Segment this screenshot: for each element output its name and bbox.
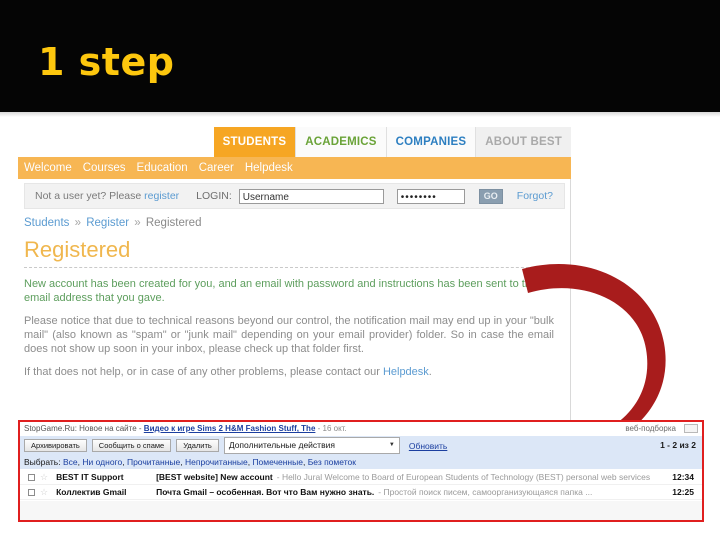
delete-button[interactable]: Удалить <box>176 438 219 453</box>
content-body: New account has been created for you, an… <box>24 277 554 388</box>
ad-date: - 16 окт. <box>315 424 347 433</box>
breadcrumb-separator-2: » <box>134 217 141 229</box>
row-time: 12:25 <box>672 487 694 497</box>
site-top-tab-row: STUDENTS ACADEMICS COMPANIES ABOUT BEST <box>18 127 571 157</box>
content-heading: Registered <box>24 237 559 268</box>
gmail-select-row: Выбрать: Все, Ни одного, Прочитанные, Не… <box>20 455 702 469</box>
helpdesk-line-prefix: If that does not help, or in case of any… <box>24 366 383 378</box>
row-sender: BEST IT Support <box>56 472 124 482</box>
tab-academics[interactable]: ACADEMICS <box>295 127 386 157</box>
subnav-item-welcome[interactable]: Welcome <box>24 162 72 174</box>
forgot-password-link[interactable]: Forgot? <box>517 190 553 202</box>
row-subject: [BEST website] New account <box>156 472 273 482</box>
archive-button[interactable]: Архивировать <box>24 438 87 453</box>
username-input[interactable]: Username <box>238 188 384 204</box>
row-checkbox[interactable] <box>28 488 35 496</box>
helpdesk-line: If that does not help, or in case of any… <box>24 365 554 379</box>
password-input[interactable]: •••••••• <box>396 188 465 204</box>
select-unstarred[interactable]: Без пометок <box>308 457 356 467</box>
more-actions-label: Дополнительные действия <box>228 440 335 451</box>
row-snippet: - Простой поиск писем, самоорганизующаяс… <box>378 487 593 497</box>
row-time: 12:34 <box>672 472 694 482</box>
table-row[interactable]: ☆ Коллектив Gmail Почта Gmail – особенна… <box>20 485 702 500</box>
success-message: New account has been created for you, an… <box>24 278 538 304</box>
login-label: LOGIN: <box>196 190 232 202</box>
register-link[interactable]: register <box>144 190 179 202</box>
row-snippet: - Hello Jural Welcome to Board of Europe… <box>276 472 651 482</box>
gmail-toolbar: Архивировать Сообщить о спаме Удалить До… <box>20 436 702 455</box>
breadcrumb-current: Registered <box>145 217 202 229</box>
subnav-item-helpdesk[interactable]: Helpdesk <box>245 162 293 174</box>
report-spam-button[interactable]: Сообщить о спаме <box>91 438 172 453</box>
web-pick-label: веб-подборка <box>625 424 676 433</box>
gmail-ad-line: StopGame.Ru: Новое на сайте - Видео к иг… <box>20 422 702 435</box>
pagination-count: 1 - 2 из 2 <box>660 440 696 450</box>
slide-title-band: 1 step <box>0 0 720 112</box>
breadcrumb-separator-1: » <box>74 217 82 229</box>
site-logo-area <box>18 127 218 157</box>
go-button[interactable]: GO <box>478 188 503 204</box>
ad-prefix: StopGame.Ru: Новое на сайте - <box>24 424 144 433</box>
tab-students[interactable]: STUDENTS <box>213 127 296 157</box>
row-checkbox[interactable] <box>28 473 35 481</box>
row-subject: Почта Gmail – особенная. Вот что Вам нуж… <box>156 487 375 497</box>
star-icon[interactable]: ☆ <box>40 487 48 498</box>
register-prompt: Not a user yet? Please register <box>35 190 179 202</box>
tab-companies[interactable]: COMPANIES <box>385 127 476 157</box>
login-bar: Not a user yet? Please register LOGIN: U… <box>24 183 565 209</box>
subnav-item-career[interactable]: Career <box>199 162 234 174</box>
gmail-footer-strip <box>20 501 702 520</box>
gmail-inbox-highlight: StopGame.Ru: Новое на сайте - Видео к иг… <box>18 420 704 522</box>
subnav-item-courses[interactable]: Courses <box>83 162 126 174</box>
helpdesk-line-suffix: . <box>428 366 432 378</box>
ad-link[interactable]: Видео к игре Sims 2 Н&M Fashion Stuff, T… <box>144 424 316 433</box>
subnav-item-education[interactable]: Education <box>137 162 188 174</box>
helpdesk-link[interactable]: Helpdesk <box>383 366 429 378</box>
select-all[interactable]: Все <box>63 457 78 467</box>
more-actions-dropdown[interactable]: Дополнительные действия ▼ <box>223 437 400 454</box>
chevron-down-icon: ▼ <box>388 441 395 448</box>
tab-about-best[interactable]: ABOUT BEST <box>475 127 571 157</box>
breadcrumb-register[interactable]: Register <box>86 217 129 229</box>
row-sender: Коллектив Gmail <box>56 487 127 497</box>
select-read[interactable]: Прочитанные <box>127 457 180 467</box>
select-none[interactable]: Ни одного <box>82 457 122 467</box>
register-prompt-text: Not a user yet? Please <box>35 190 145 202</box>
site-subnav: Welcome Courses Education Career Helpdes… <box>18 157 571 179</box>
best-website-screenshot: STUDENTS ACADEMICS COMPANIES ABOUT BEST … <box>18 127 571 427</box>
spam-notice: Please notice that due to technical reas… <box>24 315 554 355</box>
star-icon[interactable]: ☆ <box>40 472 48 483</box>
band-shadow-divider <box>0 112 720 117</box>
breadcrumb: Students » Register » Registered <box>24 217 201 229</box>
select-label: Выбрать: <box>24 457 61 467</box>
page-title: 1 step <box>38 40 175 84</box>
select-unread[interactable]: Непрочитанные <box>185 457 248 467</box>
refresh-link[interactable]: Обновить <box>409 441 448 451</box>
site-tabs: STUDENTS ACADEMICS COMPANIES ABOUT BEST <box>213 127 571 157</box>
breadcrumb-students[interactable]: Students <box>24 217 69 229</box>
table-row[interactable]: ☆ BEST IT Support [BEST website] New acc… <box>20 470 702 485</box>
select-starred[interactable]: Помеченные <box>252 457 303 467</box>
ad-settings-icon[interactable] <box>684 424 698 433</box>
